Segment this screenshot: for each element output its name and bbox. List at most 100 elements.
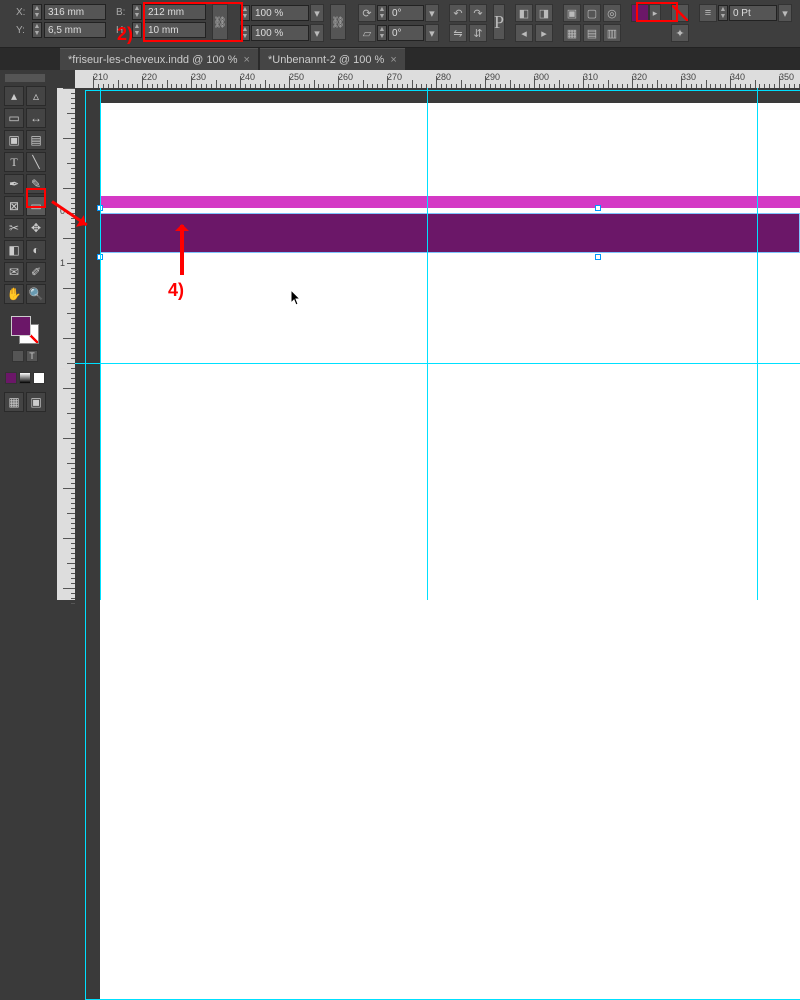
rotate-dropdown[interactable]: ▾ — [425, 4, 439, 22]
shear-input[interactable]: 0° — [388, 25, 424, 41]
p-indicator-icon[interactable]: P — [493, 4, 505, 40]
shear-spinner[interactable]: ▲▼ — [377, 25, 387, 41]
scale-y-input[interactable]: 100 % — [251, 25, 309, 41]
tools-panel: ▴▵ ▭↔ ▣▤ T╲ ✒✎ ⊠▭ ✂✥ ◧◐ ✉✐ ✋🔍 T ▦ ▣ — [0, 70, 50, 600]
document-tab[interactable]: *friseur-les-cheveux.indd @ 100 % × — [60, 48, 258, 70]
y-input[interactable]: 6,5 mm — [44, 22, 106, 38]
column-guide — [757, 88, 758, 600]
type-tool[interactable]: T — [4, 152, 24, 172]
flip-v-icon[interactable]: ⇵ — [469, 24, 487, 42]
rotate-input[interactable]: 0° — [388, 5, 424, 21]
select-content-icon[interactable]: ◨ — [535, 4, 553, 22]
note-tool[interactable]: ✉ — [4, 262, 24, 282]
document-tab-label: *friseur-les-cheveux.indd @ 100 % — [68, 54, 238, 66]
apply-none-icon[interactable] — [33, 372, 45, 384]
w-input[interactable]: 212 mm — [144, 4, 206, 20]
center-content-icon[interactable]: ◎ — [603, 4, 621, 22]
w-spinner[interactable]: ▲▼ — [132, 4, 142, 20]
fit-content-icon[interactable]: ▣ — [563, 4, 581, 22]
h-input[interactable]: 10 mm — [144, 22, 206, 38]
selection-tool[interactable]: ▴ — [4, 86, 24, 106]
select-next-icon[interactable]: ▸ — [535, 24, 553, 42]
rotate-ccw-icon[interactable]: ↶ — [449, 4, 467, 22]
scale-x-input[interactable]: 100 % — [251, 5, 309, 21]
h-spinner[interactable]: ▲▼ — [132, 22, 142, 38]
select-prev-icon[interactable]: ◂ — [515, 24, 533, 42]
line-tool[interactable]: ╲ — [26, 152, 46, 172]
fx-none-icon[interactable] — [671, 4, 689, 22]
fit-prop-icon[interactable]: ▤ — [583, 24, 601, 42]
auto-fit-icon[interactable]: ▥ — [603, 24, 621, 42]
document-tab[interactable]: *Unbenannt-2 @ 100 % × — [260, 48, 405, 70]
fit-frame-icon[interactable]: ▢ — [583, 4, 601, 22]
content-placer-tool[interactable]: ▤ — [26, 130, 46, 150]
ruler-h-tick: 260 — [338, 72, 353, 82]
margin-guide — [100, 88, 101, 600]
flip-h-icon[interactable]: ⇋ — [449, 24, 467, 42]
apply-gradient-icon[interactable] — [19, 372, 31, 384]
scale-x-spinner[interactable]: ▲▼ — [240, 5, 250, 21]
purple-bar-shape[interactable] — [100, 213, 800, 253]
scale-y-dropdown[interactable]: ▾ — [310, 24, 324, 42]
zoom-tool[interactable]: 🔍 — [26, 284, 46, 304]
magenta-bar-shape[interactable] — [100, 196, 800, 208]
ruler-h-tick: 280 — [436, 72, 451, 82]
fill-frame-icon[interactable]: ▦ — [563, 24, 581, 42]
gap-tool[interactable]: ↔ — [26, 108, 46, 128]
close-icon[interactable]: × — [390, 54, 396, 66]
ruler-h-tick: 310 — [583, 72, 598, 82]
rotate-icon: ⟳ — [358, 4, 376, 22]
selection-handle[interactable] — [595, 205, 601, 211]
gradient-swatch-tool[interactable]: ◧ — [4, 240, 24, 260]
stroke-input[interactable]: 0 Pt — [729, 5, 777, 21]
stroke-dropdown[interactable]: ▾ — [778, 4, 792, 22]
apply-color-icon[interactable] — [5, 372, 17, 384]
view-mode-normal-icon[interactable]: ▦ — [4, 392, 24, 412]
eyedropper-tool[interactable]: ✐ — [26, 262, 46, 282]
free-transform-tool[interactable]: ✥ — [26, 218, 46, 238]
stroke-weight-icon: ≡ — [699, 4, 717, 22]
y-label: Y: — [16, 25, 30, 36]
pen-tool[interactable]: ✒ — [4, 174, 24, 194]
format-text-icon[interactable]: T — [26, 350, 38, 362]
format-container-icon[interactable] — [12, 350, 24, 362]
pencil-tool[interactable]: ✎ — [26, 174, 46, 194]
tools-grip[interactable] — [5, 74, 45, 82]
rectangle-tool[interactable]: ▭ — [26, 196, 46, 216]
rotate-cw-icon[interactable]: ↷ — [469, 4, 487, 22]
select-container-icon[interactable]: ◧ — [515, 4, 533, 22]
fill-swatch-dropdown[interactable]: ▸ — [649, 4, 661, 22]
scale-x-dropdown[interactable]: ▾ — [310, 4, 324, 22]
x-input[interactable]: 316 mm — [44, 4, 106, 20]
x-spinner[interactable]: ▲▼ — [32, 4, 42, 20]
page-tool[interactable]: ▭ — [4, 108, 24, 128]
document-canvas[interactable] — [75, 88, 800, 600]
close-icon[interactable]: × — [244, 54, 250, 66]
ruler-h-tick: 330 — [681, 72, 696, 82]
scale-y-spinner[interactable]: ▲▼ — [240, 25, 250, 41]
content-collector-tool[interactable]: ▣ — [4, 130, 24, 150]
selection-handle[interactable] — [595, 254, 601, 260]
view-mode-preview-icon[interactable]: ▣ — [26, 392, 46, 412]
rectangle-frame-tool[interactable]: ⊠ — [4, 196, 24, 216]
row-guide — [75, 363, 800, 364]
constrain-scale-icon[interactable]: ⛓ — [330, 4, 346, 40]
reference-point-grid[interactable] — [4, 12, 6, 34]
stroke-spinner[interactable]: ▲▼ — [718, 5, 728, 21]
fill-stroke-swatch[interactable] — [11, 316, 39, 344]
gradient-feather-tool[interactable]: ◐ — [26, 240, 46, 260]
fill-swatch[interactable] — [631, 4, 649, 22]
vertical-ruler[interactable]: 0 1 — [57, 88, 75, 600]
horizontal-ruler[interactable]: 2102202302402502602702802903003103203303… — [75, 70, 800, 88]
constrain-wh-icon[interactable]: ⛓ — [212, 4, 228, 40]
rotate-spinner[interactable]: ▲▼ — [377, 5, 387, 21]
x-label: X: — [16, 7, 30, 18]
shear-dropdown[interactable]: ▾ — [425, 24, 439, 42]
fill-color-swatch[interactable] — [11, 316, 31, 336]
direct-select-tool[interactable]: ▵ — [26, 86, 46, 106]
mouse-cursor-icon — [290, 289, 302, 307]
y-spinner[interactable]: ▲▼ — [32, 22, 42, 38]
hand-tool[interactable]: ✋ — [4, 284, 24, 304]
fx-star-icon[interactable]: ✦ — [671, 24, 689, 42]
scissors-tool[interactable]: ✂ — [4, 218, 24, 238]
